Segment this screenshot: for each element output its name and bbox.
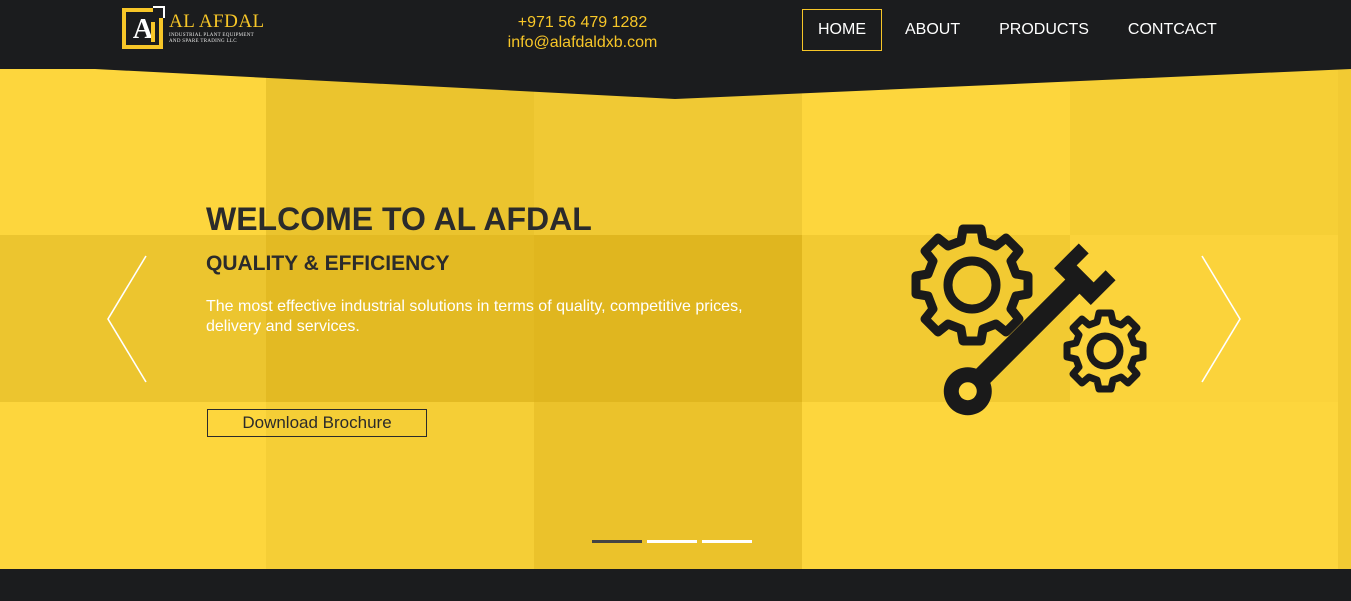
page: A AL AFDAL INDUSTRIAL PLANT EQUIPMENT AN… <box>0 0 1351 601</box>
hero-carousel: WELCOME TO AL AFDAL QUALITY & EFFICIENCY… <box>0 69 1351 569</box>
nav-products[interactable]: PRODUCTS <box>983 9 1105 51</box>
next-section-bar <box>0 569 1351 601</box>
logo-text: AL AFDAL INDUSTRIAL PLANT EQUIPMENT AND … <box>169 8 265 45</box>
logo-icon: A <box>122 6 165 49</box>
header-contact: +971 56 479 1282 info@alafdaldxb.com <box>470 13 695 53</box>
email-link[interactable]: info@alafdaldxb.com <box>470 33 695 53</box>
nav-contact[interactable]: CONTCACT <box>1112 9 1233 51</box>
gear-wrench-icon <box>911 224 1147 416</box>
slide-subtitle: QUALITY & EFFICIENCY <box>206 252 450 275</box>
carousel-indicator-3[interactable] <box>702 540 752 543</box>
carousel-prev-button[interactable] <box>104 254 150 384</box>
logo-mark-bar <box>151 22 155 42</box>
site-header: A AL AFDAL INDUSTRIAL PLANT EQUIPMENT AN… <box>0 0 1351 69</box>
carousel-indicators <box>592 540 757 543</box>
bg-tile <box>1338 69 1351 569</box>
main-nav: HOME ABOUT PRODUCTS CONTCACT <box>802 9 1240 51</box>
slide-title: WELCOME TO AL AFDAL <box>206 201 592 237</box>
logo-title: AL AFDAL <box>169 11 265 32</box>
phone-link[interactable]: +971 56 479 1282 <box>470 13 695 33</box>
nav-about[interactable]: ABOUT <box>889 9 976 51</box>
carousel-next-button[interactable] <box>1198 254 1244 384</box>
chevron-right-icon <box>1201 255 1241 383</box>
nav-home[interactable]: HOME <box>802 9 882 51</box>
carousel-indicator-1[interactable] <box>592 540 642 543</box>
download-brochure-button[interactable]: Download Brochure <box>207 409 427 437</box>
logo-subtitle-line2: AND SPARE TRADING LLC <box>169 39 237 44</box>
bg-tile <box>534 402 802 569</box>
logo-mark-corner <box>153 6 165 18</box>
chevron-left-icon <box>107 255 147 383</box>
logo[interactable]: A AL AFDAL INDUSTRIAL PLANT EQUIPMENT AN… <box>122 6 272 52</box>
slide-description: The most effective industrial solutions … <box>206 298 743 335</box>
header-notch <box>95 69 1351 99</box>
carousel-indicator-2[interactable] <box>647 540 697 543</box>
